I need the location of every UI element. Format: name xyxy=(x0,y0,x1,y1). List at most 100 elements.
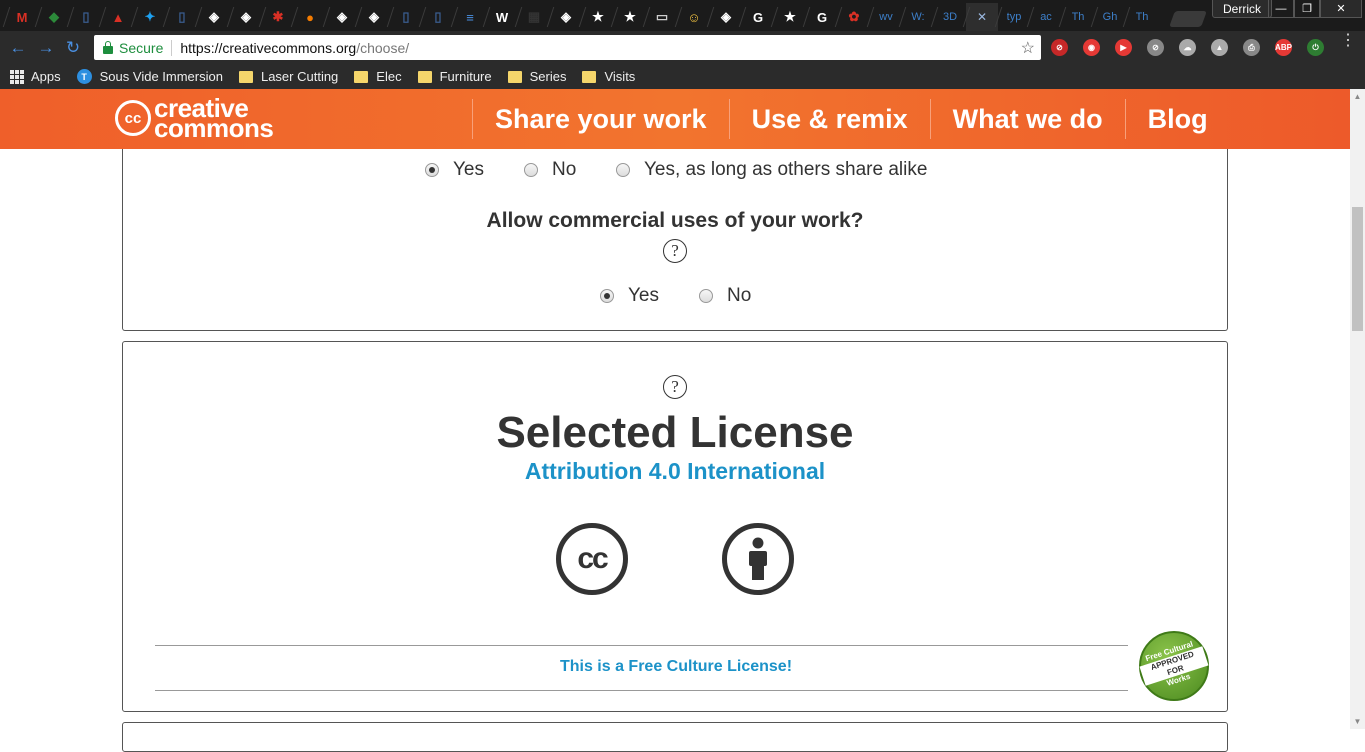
radio-button[interactable] xyxy=(616,163,630,177)
close-window-button[interactable]: ✕ xyxy=(1320,0,1362,18)
bookmark-apps[interactable]: Apps xyxy=(10,69,61,84)
browser-tab[interactable]: Gh xyxy=(1094,3,1126,31)
browser-tab[interactable]: ac xyxy=(1030,3,1062,31)
reload-button[interactable]: ↻ xyxy=(62,37,84,59)
apps-grid-icon xyxy=(10,69,24,84)
back-button[interactable]: ← xyxy=(7,37,29,59)
browser-tab[interactable]: ▯ xyxy=(390,3,422,31)
maximize-button[interactable]: ❐ xyxy=(1294,0,1320,18)
person-icon xyxy=(749,537,767,580)
radio-button[interactable] xyxy=(524,163,538,177)
scroll-thumb[interactable] xyxy=(1352,207,1363,331)
bookmark-star-icon[interactable]: ☆ xyxy=(1021,38,1035,58)
browser-tab[interactable]: Th xyxy=(1062,3,1094,31)
browser-tab[interactable]: wv xyxy=(870,3,902,31)
no-icon[interactable]: ⊘ xyxy=(1147,39,1164,56)
browser-tab[interactable]: ▯ xyxy=(70,3,102,31)
no-icon[interactable]: ⊘ xyxy=(1051,39,1068,56)
power-icon[interactable]: ⏻ xyxy=(1307,39,1324,56)
browser-tab[interactable]: ✦ xyxy=(134,3,166,31)
radio-share-yes[interactable]: Yes xyxy=(425,159,484,181)
browser-tab[interactable]: ▲ xyxy=(102,3,134,31)
minimize-button[interactable]: — xyxy=(1268,0,1294,18)
creative-commons-logo[interactable]: cc creative commons xyxy=(115,95,274,141)
scroll-up-arrow[interactable]: ▲ xyxy=(1350,89,1365,104)
browser-tab[interactable]: W xyxy=(486,3,518,31)
radio-share-no[interactable]: No xyxy=(524,159,576,181)
browser-tab[interactable]: ★ xyxy=(614,3,646,31)
browser-tab[interactable]: ✕ xyxy=(966,3,998,31)
nav-use-remix[interactable]: Use & remix xyxy=(728,99,930,139)
radio-label: No xyxy=(552,159,577,180)
close-tab-icon[interactable]: ✕ xyxy=(977,10,987,24)
browser-tab[interactable]: W: xyxy=(902,3,934,31)
browser-tab[interactable]: ◈ xyxy=(198,3,230,31)
browser-tab[interactable]: G xyxy=(742,3,774,31)
snowflake-icon: ✱ xyxy=(272,9,284,24)
forward-button[interactable]: → xyxy=(35,37,57,59)
browser-tab[interactable]: ◈ xyxy=(358,3,390,31)
lines-icon: ≡ xyxy=(466,9,474,25)
help-icon[interactable]: ? xyxy=(663,375,687,399)
bookmark-sous-vide[interactable]: T Sous Vide Immersion xyxy=(76,69,223,84)
browser-tab[interactable]: Th xyxy=(1126,3,1158,31)
nav-blog[interactable]: Blog xyxy=(1124,99,1230,139)
bookmark-folder-furniture[interactable]: Furniture xyxy=(417,69,492,84)
new-tab-button[interactable] xyxy=(1169,11,1207,27)
scroll-down-arrow[interactable]: ▼ xyxy=(1350,714,1365,729)
browser-tab[interactable]: ◈ xyxy=(326,3,358,31)
drive-icon[interactable]: ▲ xyxy=(1211,39,1228,56)
browser-tab[interactable]: ≡ xyxy=(454,3,486,31)
radio-button[interactable] xyxy=(600,289,614,303)
browser-tab[interactable]: ● xyxy=(294,3,326,31)
divider xyxy=(155,645,1128,646)
nav-what-we-do[interactable]: What we do xyxy=(929,99,1125,139)
radio-button[interactable] xyxy=(699,289,713,303)
browser-tab[interactable]: ▦ xyxy=(518,3,550,31)
adblock-icon[interactable]: ABP xyxy=(1275,39,1292,56)
page-scrollbar[interactable]: ▲ ▼ xyxy=(1350,89,1365,729)
browser-tab[interactable]: ◆ xyxy=(38,3,70,31)
browser-tab[interactable]: G xyxy=(806,3,838,31)
help-icon[interactable]: ? xyxy=(663,239,687,263)
pdf-icon[interactable]: ⎙ xyxy=(1243,39,1260,56)
cc-icon: ◈ xyxy=(209,9,219,24)
address-bar[interactable]: Secure https://creativecommons.org/choos… xyxy=(94,35,1041,60)
browser-tab[interactable]: typ xyxy=(998,3,1030,31)
nav-share-your-work[interactable]: Share your work xyxy=(472,99,729,139)
browser-tab[interactable]: ◈ xyxy=(550,3,582,31)
free-culture-link[interactable]: This is a Free Culture License! xyxy=(123,658,1229,676)
browser-tab[interactable]: ★ xyxy=(774,3,806,31)
browser-tab[interactable]: ☺ xyxy=(678,3,710,31)
shield-icon[interactable]: ◉ xyxy=(1083,39,1100,56)
browser-tab[interactable]: ▯ xyxy=(166,3,198,31)
bookmark-folder-visits[interactable]: Visits xyxy=(582,69,635,84)
cc-icon: ◈ xyxy=(561,9,571,24)
browser-tab[interactable]: ◈ xyxy=(710,3,742,31)
license-name-link[interactable]: Attribution 4.0 International xyxy=(123,458,1227,485)
bookmark-folder-series[interactable]: Series xyxy=(507,69,566,84)
google-icon: G xyxy=(752,9,764,25)
browser-tab[interactable]: 3D xyxy=(934,3,966,31)
browser-tab[interactable]: ▯ xyxy=(422,3,454,31)
radio-label: Yes xyxy=(453,159,484,180)
profile-button[interactable]: Derrick xyxy=(1212,0,1272,18)
browser-tab[interactable]: ✱ xyxy=(262,3,294,31)
radio-commercial-yes[interactable]: Yes xyxy=(600,285,659,307)
browser-tab[interactable]: ◈ xyxy=(230,3,262,31)
radio-button[interactable] xyxy=(425,163,439,177)
browser-menu-icon[interactable]: ⋮ xyxy=(1340,33,1356,49)
browser-tab[interactable]: M xyxy=(6,3,38,31)
youtube-icon[interactable]: ▶ xyxy=(1115,39,1132,56)
browser-tab[interactable]: ✿ xyxy=(838,3,870,31)
browser-tab[interactable]: ★ xyxy=(582,3,614,31)
tab-title: Gh xyxy=(1102,11,1118,23)
browser-tab[interactable]: ▭ xyxy=(646,3,678,31)
radio-share-alike[interactable]: Yes, as long as others share alike xyxy=(616,159,927,181)
folder-icon xyxy=(582,70,597,83)
photo-icon: ▲ xyxy=(111,9,125,25)
bookmark-folder-elec[interactable]: Elec xyxy=(354,69,402,84)
bookmark-folder-laser-cutting[interactable]: Laser Cutting xyxy=(238,69,338,84)
cloud-icon[interactable]: ☁ xyxy=(1179,39,1196,56)
radio-commercial-no[interactable]: No xyxy=(699,285,751,307)
